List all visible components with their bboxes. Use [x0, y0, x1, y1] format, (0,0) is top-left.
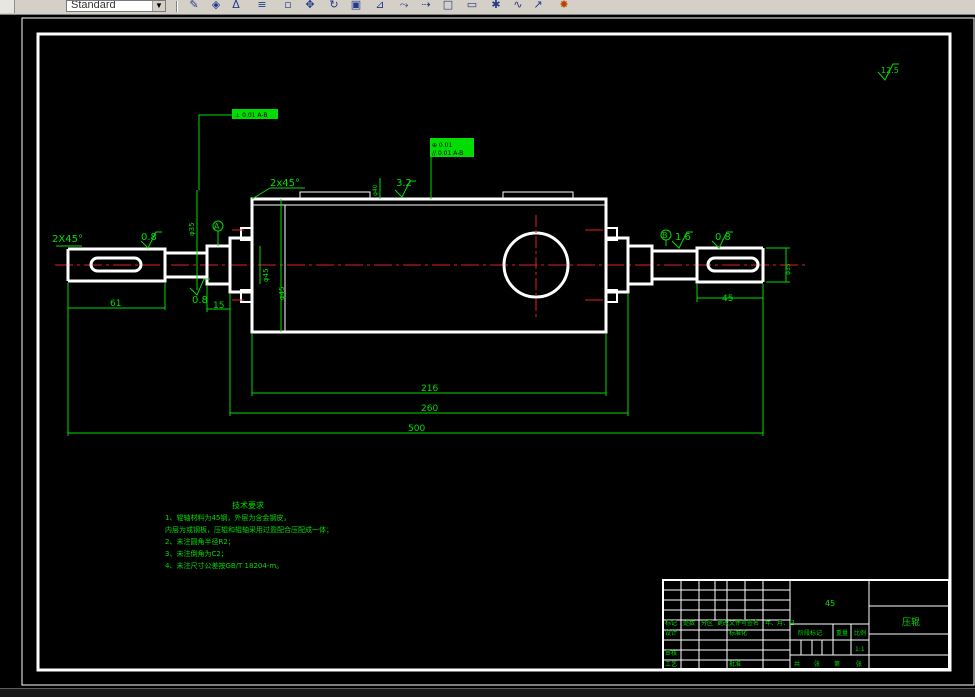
dia-35-left: φ35: [188, 222, 196, 236]
roughness-125: 12.5: [881, 66, 899, 75]
header-cell-5: 年、月、日: [765, 619, 795, 627]
sheet-label-1: 张: [814, 660, 820, 668]
dim-500: 500: [408, 424, 425, 434]
note-line-4: 3、未注倒角为C2；: [165, 549, 228, 558]
part-name: 压辊: [902, 616, 920, 628]
header-cell-0: 标记: [665, 619, 677, 627]
sheet-label-2: 第: [834, 660, 840, 668]
drawing-border: [36, 32, 952, 672]
snap-icon[interactable]: ◈: [208, 0, 224, 12]
dim-15: 15: [213, 301, 224, 311]
pan-icon[interactable]: ✥: [302, 0, 318, 12]
hole-center-marks: [232, 215, 603, 318]
header-cell-3: 更改文件号: [717, 619, 747, 627]
standard-toolbar: Standard ▼ ✎ ◈ Δ ≡ ▫ ✥ ↻ ▣ ⊿ ⤳ ⇢ □ ▭ ✱ ∿…: [0, 0, 975, 15]
chamfer-left: 2X45°: [52, 234, 83, 245]
dimension-style-select[interactable]: Standard ▼: [66, 0, 166, 12]
dimension-lines: [56, 63, 899, 436]
layer-icon[interactable]: □: [440, 0, 456, 12]
leader-icon[interactable]: ↗: [530, 0, 546, 12]
tolerance-frame-1: ⊥ 0.01 A-B: [232, 109, 278, 119]
sheet-label-3: 张: [856, 660, 862, 668]
standard-label: 标准化: [729, 629, 747, 637]
roughness-16: 1.6: [675, 232, 691, 243]
block-icon[interactable]: ▭: [464, 0, 480, 12]
header-cell-2: 分区: [701, 619, 713, 627]
dimension-style-value: Standard: [71, 0, 116, 11]
tolerance-icon[interactable]: ✱: [488, 0, 504, 12]
spline-icon[interactable]: ∿: [510, 0, 526, 12]
text-style-icon[interactable]: ≡: [254, 0, 270, 12]
approve-label: 批准: [729, 660, 741, 668]
sheet-label-0: 共: [794, 660, 800, 668]
note-line-1: 1、辊轴材料为45钢，外层为含金钢皮，: [165, 513, 290, 522]
weight-label: 重量: [836, 629, 848, 637]
aligned-dimension-icon[interactable]: ⇢: [418, 0, 434, 12]
notes-title: 技术要求: [232, 500, 264, 510]
outer-frame: [21, 17, 975, 686]
roughness-08-c: 0.8: [715, 232, 731, 243]
note-line-3: 2、未注圆角半径R2；: [165, 537, 235, 546]
toolbar-separator: [176, 1, 178, 12]
roughness-08-b: 0.8: [192, 295, 208, 306]
process-label: 工艺: [665, 660, 677, 668]
dia-45-mid: φ45: [278, 286, 286, 300]
dim-216: 216: [421, 384, 438, 394]
datum-a: A: [214, 222, 220, 231]
scale-label: 比例: [854, 629, 866, 637]
tolerance-frame-2b-text: // 0.01 A-B: [432, 150, 463, 157]
drawing-canvas[interactable]: 61 15 216 260 500 45 2X45° 2x45° 3.2 φ35…: [0, 15, 975, 688]
chevron-down-icon[interactable]: ▼: [152, 1, 165, 11]
roughness-08-a: 0.8: [141, 232, 157, 243]
stage-label: 阶段标记: [798, 629, 822, 637]
match-properties-icon[interactable]: ✎: [186, 0, 202, 12]
toolbar-grip[interactable]: [0, 0, 15, 13]
dia-45: φ45: [262, 268, 270, 282]
sec-body: φ40: [372, 184, 379, 196]
note-line-5: 4、未注尺寸公差按GB/T 18204-m。: [165, 561, 283, 570]
technical-notes: 技术要求 1、辊轴材料为45钢，外层为含金钢皮， 内层为或钢板，压辊和辊轴采用过…: [165, 500, 333, 570]
datum-b: B: [662, 231, 668, 240]
dim-260: 260: [421, 404, 438, 414]
tolerance-frame-2a-text: ⊕ 0.01: [432, 142, 452, 149]
dimension-text: 61 15 216 260 500 45 2X45° 2x45° 3.2 φ35…: [52, 178, 792, 434]
zoom-window-icon[interactable]: ▣: [348, 0, 364, 12]
dim-45: 45: [722, 294, 733, 304]
dim-61: 61: [110, 299, 121, 309]
explode-icon[interactable]: ✸: [556, 0, 572, 12]
refresh-icon[interactable]: ↻: [326, 0, 342, 12]
chamfer-mid: 2x45°: [270, 178, 300, 189]
tolerance-frame-1-text: ⊥ 0.01 A-B: [235, 112, 267, 119]
review-label: 审核: [665, 649, 677, 657]
header-cell-1: 处数: [683, 619, 695, 627]
header-cell-4: 签名: [747, 619, 759, 627]
note-line-2: 内层为或钢板，压辊和辊轴采用过盈配合压配成一体；: [165, 525, 333, 534]
dia-35-right: φ35: [785, 263, 792, 275]
tolerance-frame-2: ⊕ 0.01 // 0.01 A-B: [430, 138, 474, 157]
designer-label: 设计: [665, 629, 677, 637]
linear-dimension-icon[interactable]: ⤳: [396, 0, 412, 12]
material: 45: [825, 599, 835, 608]
group-icon[interactable]: ▫: [280, 0, 296, 12]
scale-value: 1:1: [855, 646, 865, 653]
angular-dimension-icon[interactable]: Δ: [228, 0, 244, 12]
dim-3-2: 3.2: [396, 178, 412, 189]
dimension-style-icon[interactable]: ⊿: [372, 0, 388, 12]
